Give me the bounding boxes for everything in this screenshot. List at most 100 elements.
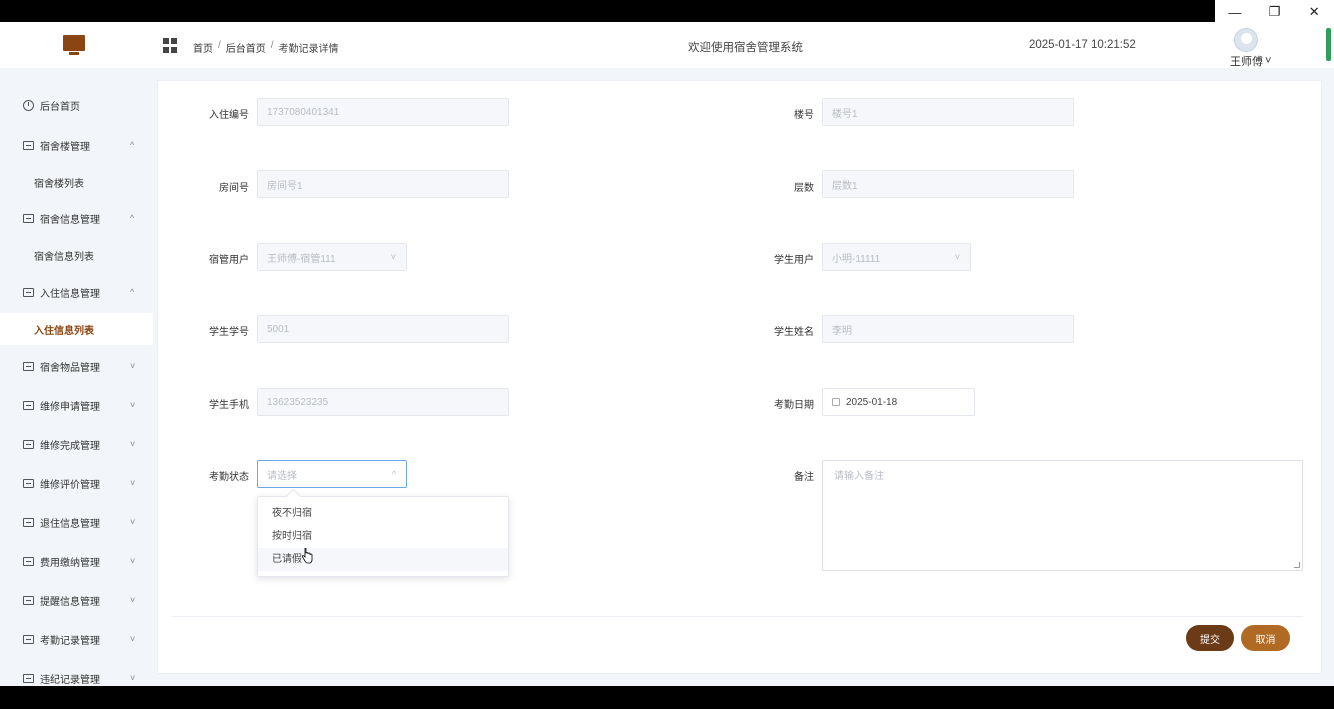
student-user-label: 学生用户 (774, 255, 814, 266)
breadcrumb-current: 考勤记录详情 (278, 44, 339, 55)
chevron-down-icon: ˅ (954, 252, 960, 262)
os-title-bar (0, 0, 1215, 22)
chevron-down-icon: ˅ (130, 634, 136, 644)
breadcrumb-dashboard[interactable]: 后台首页 (226, 40, 266, 55)
sidebar-item-repair-review[interactable]: 维修评价管理 ˅ (0, 467, 153, 499)
room-no-field[interactable]: 房间号1 (257, 170, 509, 198)
sidebar-subitem-checkin-list[interactable]: 入住信息列表 (0, 313, 153, 345)
sidebar-item-items-mgmt[interactable]: 宿舍物品管理 ˅ (0, 350, 153, 382)
sidebar-item-label: 考勤记录管理 (40, 635, 100, 647)
scrollbar[interactable] (1326, 28, 1331, 61)
sidebar-subitem-label: 入住信息列表 (34, 325, 94, 337)
status-option-out-overnight[interactable]: 夜不归宿 (258, 502, 508, 525)
sidebar-item-label: 后台首页 (40, 101, 80, 113)
avatar[interactable] (1234, 28, 1258, 52)
folder-icon (23, 439, 34, 449)
breadcrumb-separator: / (270, 40, 274, 51)
dorm-user-label: 宿管用户 (209, 255, 249, 266)
user-menu[interactable]: 王师傅 ˅ (1230, 53, 1271, 69)
sidebar-item-dorm-mgmt[interactable]: 宿舍信息管理 ^ (0, 202, 153, 234)
room-no-label: 房间号 (219, 183, 249, 194)
folder-icon (23, 595, 34, 605)
attendance-status-dropdown: 夜不归宿 按时归宿 已请假 (257, 496, 509, 577)
student-name-label: 学生姓名 (774, 327, 814, 338)
chevron-down-icon: ˅ (130, 400, 136, 410)
status-option-returned-on-time[interactable]: 按时归宿 (258, 525, 508, 548)
monitor-logo-icon[interactable] (63, 35, 85, 57)
checkin-no-label: 入住编号 (209, 110, 249, 121)
chevron-down-icon: ˅ (390, 252, 396, 262)
sidebar-item-attendance-mgmt[interactable]: 考勤记录管理 ˅ (0, 623, 153, 655)
resize-handle-icon[interactable] (1294, 562, 1300, 568)
submit-button[interactable]: 提交 (1186, 625, 1234, 651)
sidebar-item-checkout-mgmt[interactable]: 退住信息管理 ˅ (0, 506, 153, 538)
breadcrumb: 首页 / 后台首页 / 考勤记录详情 (193, 40, 339, 55)
sidebar-item-fee-mgmt[interactable]: 费用缴纳管理 ˅ (0, 545, 153, 577)
breadcrumb-home[interactable]: 首页 (193, 40, 213, 55)
student-user-value: 小明-11111 (832, 253, 881, 265)
folder-icon (23, 556, 34, 566)
student-name-field[interactable]: 李明 (822, 315, 1074, 343)
folder-icon (23, 478, 34, 488)
hand-cursor-icon (302, 548, 313, 564)
chevron-down-icon: ˅ (1265, 55, 1272, 67)
sidebar-item-label: 维修完成管理 (40, 440, 100, 452)
sidebar-subitem-label: 宿舍楼列表 (34, 178, 84, 190)
student-id-label: 学生学号 (209, 327, 249, 338)
sidebar-item-discipline-mgmt[interactable]: 违纪记录管理 ˅ (0, 662, 153, 686)
dorm-user-value: 王师傅-宿管111 (267, 253, 336, 265)
current-datetime: 2025-01-17 10:21:52 (1029, 39, 1136, 51)
close-icon[interactable]: ✕ (1299, 0, 1329, 24)
restore-icon[interactable]: ❐ (1259, 0, 1289, 24)
sidebar-subitem-label: 宿舍信息列表 (34, 251, 94, 263)
folder-icon (23, 634, 34, 644)
chevron-down-icon: ˅ (130, 439, 136, 449)
sidebar-item-building-mgmt[interactable]: 宿舍楼管理 ^ (0, 129, 153, 161)
sidebar-item-label: 宿舍物品管理 (40, 362, 100, 374)
attendance-status-placeholder: 请选择 (267, 470, 297, 482)
checkin-no-field[interactable]: 1737080401341 (257, 98, 509, 126)
student-id-field[interactable]: 5001 (257, 315, 509, 343)
attendance-status-label: 考勤状态 (209, 472, 249, 483)
status-option-on-leave[interactable]: 已请假 (258, 548, 508, 571)
attendance-date-picker[interactable]: 2025-01-18 (822, 388, 975, 416)
cancel-button[interactable]: 取消 (1241, 625, 1290, 651)
folder-icon (23, 213, 34, 223)
sidebar-item-label: 维修申请管理 (40, 401, 100, 413)
folder-icon (23, 140, 34, 150)
chevron-down-icon: ˅ (130, 478, 136, 488)
chevron-up-icon: ^ (391, 469, 396, 479)
chevron-down-icon: ˅ (130, 673, 136, 683)
sidebar-subitem-dorm-list[interactable]: 宿舍信息列表 (0, 239, 153, 271)
dorm-user-select[interactable]: 王师傅-宿管111 ˅ (257, 243, 407, 271)
welcome-text: 欢迎使用宿舍管理系统 (688, 42, 803, 54)
clock-icon (23, 99, 34, 111)
student-phone-field[interactable]: 13623523235 (257, 388, 509, 416)
form-divider (172, 616, 1303, 617)
minimize-icon[interactable]: — (1220, 0, 1250, 24)
menu-grid-icon[interactable] (163, 38, 178, 53)
building-no-field[interactable]: 楼号1 (822, 98, 1074, 126)
remark-placeholder: 请输入备注 (834, 471, 884, 482)
attendance-status-select[interactable]: 请选择 ^ (257, 460, 407, 488)
sidebar-item-dashboard[interactable]: 后台首页 (0, 89, 153, 121)
sidebar-item-label: 入住信息管理 (40, 288, 100, 300)
sidebar-item-repair-complete[interactable]: 维修完成管理 ˅ (0, 428, 153, 460)
sidebar-subitem-building-list[interactable]: 宿舍楼列表 (0, 166, 153, 198)
calendar-icon (832, 398, 840, 406)
sidebar-item-repair-request[interactable]: 维修申请管理 ˅ (0, 389, 153, 421)
sidebar-item-label: 提醒信息管理 (40, 596, 100, 608)
sidebar-item-reminder-mgmt[interactable]: 提醒信息管理 ˅ (0, 584, 153, 616)
sidebar: 后台首页 宿舍楼管理 ^ 宿舍楼列表 宿舍信息管理 ^ 宿舍信息列表 入住信息管… (0, 68, 153, 686)
floor-field[interactable]: 层数1 (822, 170, 1074, 198)
folder-icon (23, 361, 34, 371)
chevron-up-icon: ^ (130, 287, 135, 297)
folder-icon (23, 673, 34, 683)
student-user-select[interactable]: 小明-11111 ˅ (822, 243, 971, 271)
sidebar-item-checkin-mgmt[interactable]: 入住信息管理 ^ (0, 276, 153, 308)
remark-textarea[interactable]: 请输入备注 (822, 460, 1303, 571)
attendance-date-label: 考勤日期 (774, 400, 814, 411)
student-phone-label: 学生手机 (209, 400, 249, 411)
building-no-label: 楼号 (794, 110, 814, 121)
chevron-down-icon: ˅ (130, 361, 136, 371)
